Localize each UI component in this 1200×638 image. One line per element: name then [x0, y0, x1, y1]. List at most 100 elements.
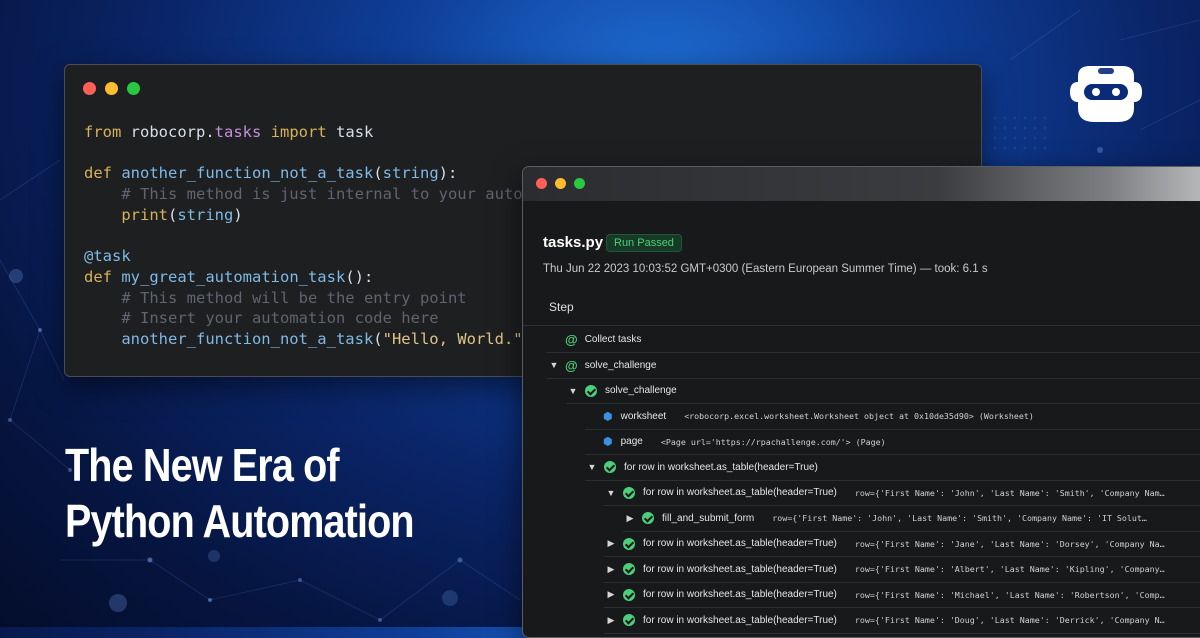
code-token: ():	[345, 267, 374, 286]
code-line: @task	[84, 247, 131, 265]
code-token: another_function_not_a_task	[121, 164, 374, 183]
code-token: my_great_automation_task	[121, 267, 346, 286]
step-row[interactable]: ▶ for row in worksheet.as_table(header=Tr…	[604, 608, 1200, 634]
code-comment: # This method is just internal to your a…	[121, 185, 523, 204]
code-token: (	[168, 205, 178, 224]
step-label: for row in worksheet.as_table(header=Tru…	[643, 589, 837, 600]
maximize-dot-icon[interactable]	[127, 82, 140, 95]
step-row[interactable]: ▼ @ solve_challenge	[547, 353, 1200, 379]
caret-down-icon[interactable]: ▼	[547, 360, 561, 370]
code-comment: # This method will be the entry point	[121, 288, 467, 307]
step-label: for row in worksheet.as_table(header=Tru…	[643, 538, 837, 549]
report-file-name: tasks.py	[543, 234, 604, 251]
step-detail: row={'First Name': 'Jane', 'Last Name': …	[854, 538, 1165, 549]
headline-line-2: Python Automation	[65, 495, 415, 547]
code-token: from	[84, 123, 122, 141]
caret-down-icon[interactable]: ▼	[566, 386, 580, 396]
minimize-dot-icon[interactable]	[555, 178, 566, 189]
code-line: from robocorp.tasks import task	[84, 123, 373, 141]
step-label: for row in worksheet.as_table(header=Tru…	[624, 461, 818, 473]
caret-right-icon[interactable]: ▶	[604, 538, 618, 549]
run-timestamp: Thu Jun 22 2023 10:03:52 GMT+0300 (Easte…	[543, 263, 988, 275]
code-token: "Hello, World."	[382, 330, 523, 349]
step-label: for row in worksheet.as_table(header=Tru…	[643, 487, 837, 498]
caret-down-icon[interactable]: ▼	[604, 488, 618, 498]
robocorp-logo-icon	[1070, 66, 1142, 122]
maximize-dot-icon[interactable]	[574, 178, 585, 189]
code-token: task	[336, 123, 374, 141]
step-label: page	[620, 436, 643, 447]
code-line: print(string)	[84, 205, 243, 224]
variable-cube-icon: ⬢	[603, 436, 613, 448]
step-row[interactable]: ▶ for row in worksheet.as_table(header=Tr…	[604, 557, 1200, 583]
caret-right-icon[interactable]: ▶	[604, 564, 618, 575]
run-report-window: tasks.py Run Passed Thu Jun 22 2023 10:0…	[522, 166, 1200, 638]
success-check-icon	[623, 588, 635, 601]
status-badge: Run Passed	[606, 234, 682, 252]
code-line: def another_function_not_a_task(string):	[84, 164, 457, 182]
task-at-icon: @	[565, 357, 578, 373]
code-token: def	[84, 267, 112, 286]
success-check-icon	[604, 461, 616, 473]
step-header-label: Step	[549, 300, 574, 314]
success-check-icon	[623, 614, 635, 626]
step-detail: <robocorp.excel.worksheet.Worksheet obje…	[684, 411, 1034, 421]
caret-right-icon[interactable]: ▶	[604, 589, 618, 600]
code-comment: # Insert your automation code here	[121, 309, 439, 328]
code-line: another_function_not_a_task("Hello, Worl…	[84, 330, 523, 349]
code-token: import	[270, 123, 327, 141]
code-token: def	[84, 164, 112, 183]
code-token: print	[121, 205, 168, 224]
step-label: for row in worksheet.as_table(header=Tru…	[643, 563, 837, 575]
code-token: (	[373, 330, 383, 349]
step-label: solve_challenge	[584, 359, 657, 371]
step-detail: row={'First Name': 'John', 'Last Name': …	[854, 487, 1165, 498]
step-detail: row={'First Name': 'Michael', 'Last Name…	[854, 589, 1165, 600]
code-token: another_function_not_a_task	[121, 330, 374, 349]
window-controls	[536, 178, 585, 189]
success-check-icon	[585, 384, 597, 397]
code-token: string	[382, 164, 439, 183]
step-row[interactable]: ▼ solve_challenge	[566, 378, 1200, 404]
task-at-icon: @	[565, 332, 578, 347]
caret-right-icon[interactable]: ▶	[623, 513, 637, 524]
code-line: # Insert your automation code here	[84, 309, 439, 328]
step-row[interactable]: ▶ for row in worksheet.as_table(header=Tr…	[604, 582, 1200, 608]
step-label: solve_challenge	[605, 385, 677, 396]
code-token: )	[233, 205, 243, 224]
step-detail: row={'First Name': 'Doug', 'Last Name': …	[854, 615, 1165, 625]
code-line: # This method is just internal to your a…	[84, 185, 523, 204]
step-detail: row={'First Name': 'Albert', 'Last Name'…	[854, 564, 1165, 574]
code-token: string	[177, 205, 234, 224]
step-label: for row in worksheet.as_table(header=Tru…	[643, 614, 837, 626]
success-check-icon	[642, 512, 654, 524]
step-column-header: Step	[523, 291, 1200, 326]
window-controls	[83, 82, 140, 95]
caret-right-icon[interactable]: ▶	[604, 615, 618, 626]
code-token: robocorp.	[130, 123, 215, 141]
step-row[interactable]: ▼ for row in worksheet.as_table(header=Tr…	[585, 455, 1200, 481]
step-label: fill_and_submit_form	[662, 512, 755, 524]
step-label: Collect tasks	[584, 334, 642, 345]
report-titlebar	[523, 167, 1200, 201]
step-row[interactable]: ▶ for row in worksheet.as_table(header=Tr…	[604, 531, 1200, 557]
step-row[interactable]: ▶ fill_and_submit_form row={'First Name': …	[623, 506, 1200, 532]
step-row[interactable]: ▼ for row in worksheet.as_table(header=Tr…	[604, 480, 1200, 506]
step-row[interactable]: ▶@Collect tasks	[547, 327, 1200, 353]
close-dot-icon[interactable]	[83, 82, 96, 95]
variable-cube-icon: ⬢	[603, 410, 613, 423]
success-check-icon	[623, 486, 635, 499]
step-row[interactable]: ▶⬢page<Page url='https://rpachallenge.co…	[585, 429, 1200, 455]
close-dot-icon[interactable]	[536, 178, 547, 189]
success-check-icon	[623, 563, 635, 575]
minimize-dot-icon[interactable]	[105, 82, 118, 95]
step-detail: <Page url='https://rpachallenge.com/'> (…	[660, 436, 886, 447]
code-token: (	[373, 164, 383, 183]
step-row[interactable]: ▶⬢worksheet<robocorp.excel.worksheet.Wor…	[585, 404, 1200, 430]
success-check-icon	[623, 537, 635, 550]
code-line: def my_great_automation_task():	[84, 268, 373, 286]
caret-down-icon[interactable]: ▼	[585, 462, 599, 472]
code-line: # This method will be the entry point	[84, 288, 467, 307]
code-token: ):	[438, 164, 458, 183]
step-label: worksheet	[620, 410, 667, 422]
